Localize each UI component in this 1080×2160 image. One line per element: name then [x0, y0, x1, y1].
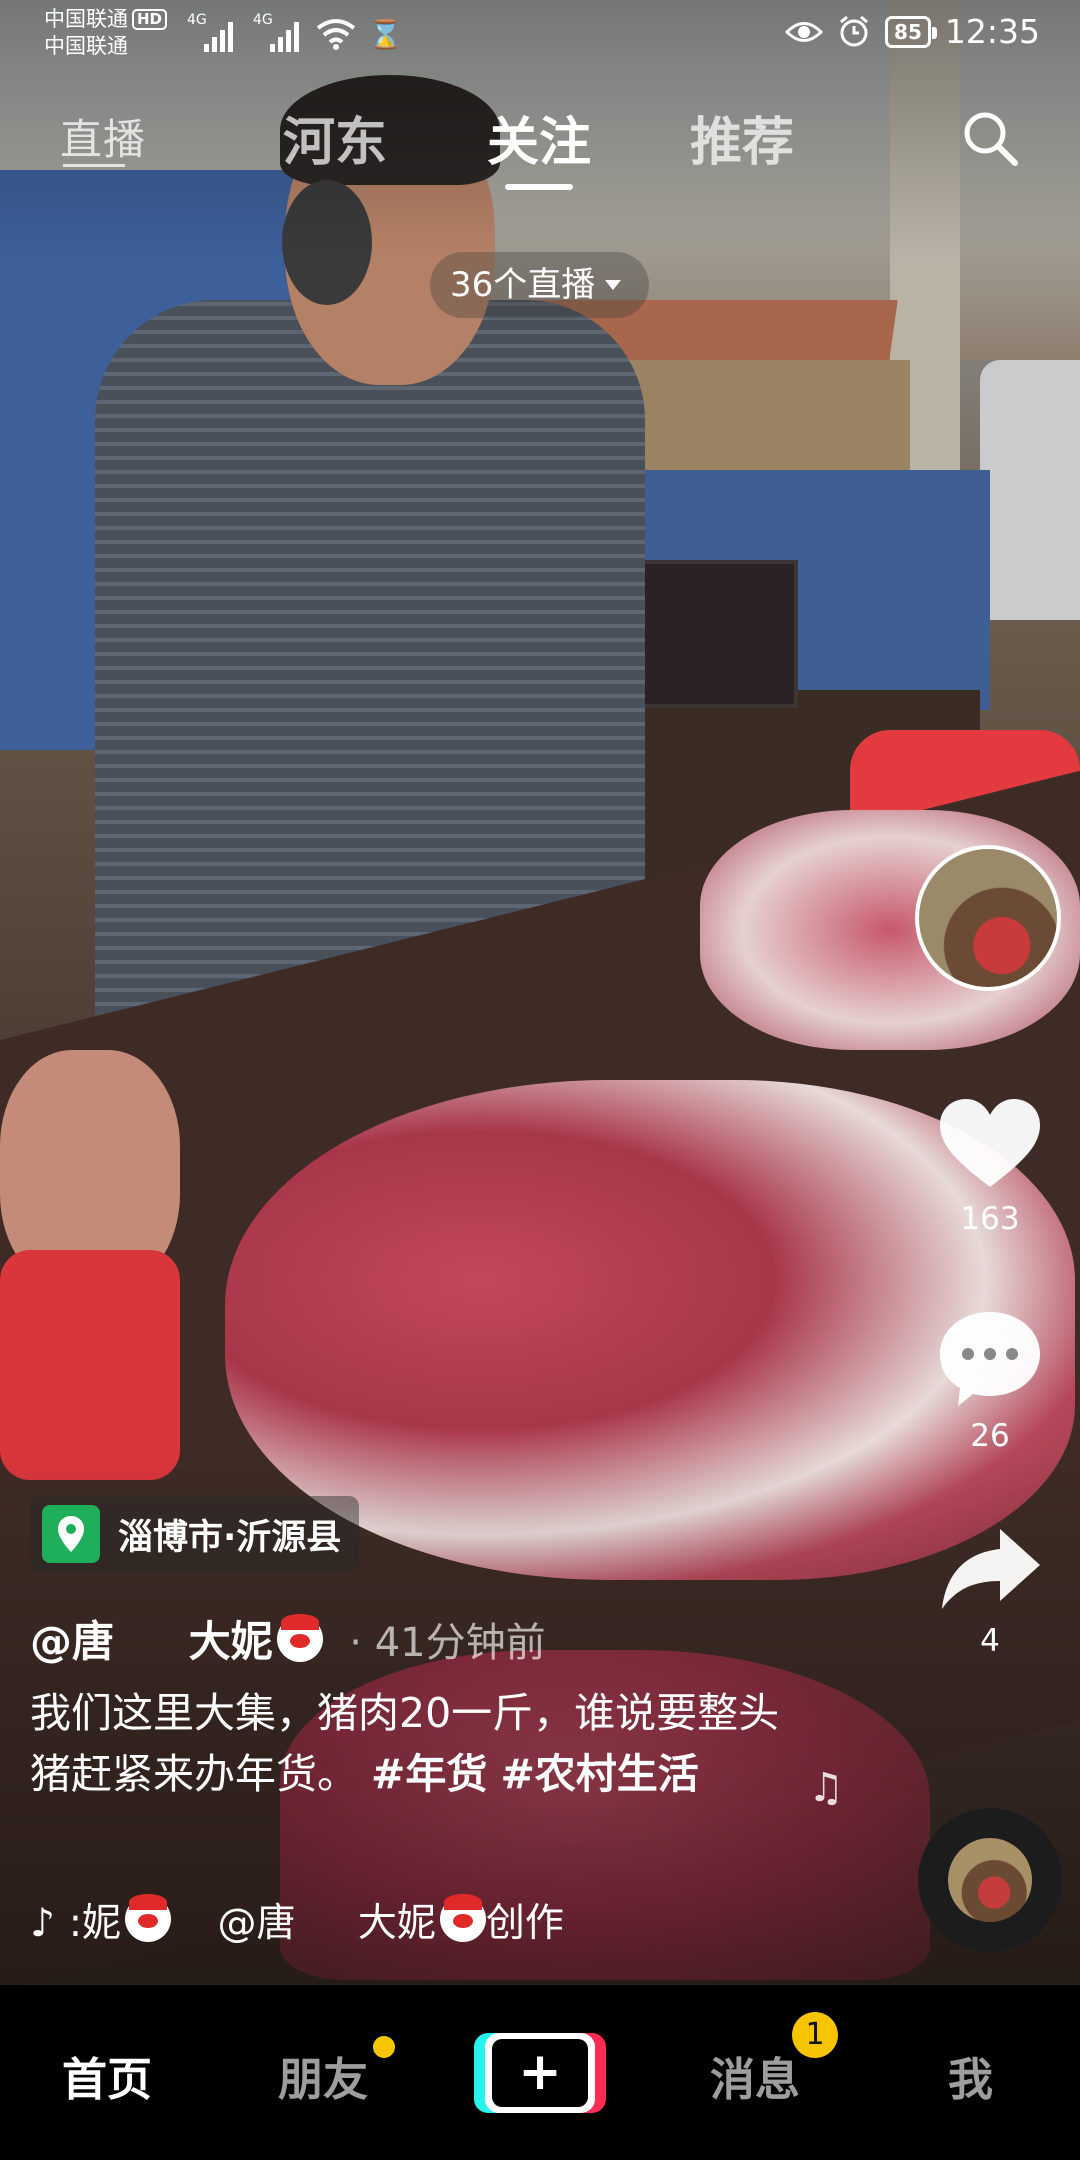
author-line: @唐 大妮 · 41分钟前: [30, 1608, 546, 1669]
share-button[interactable]: 4: [920, 1525, 1060, 1659]
hourglass-icon: ⌛: [368, 18, 403, 51]
music-text-b: @唐: [217, 1901, 296, 1946]
comment-icon: [940, 1312, 1040, 1406]
like-button[interactable]: 163: [920, 1095, 1060, 1237]
tab-hedong[interactable]: 河东: [283, 100, 387, 175]
share-count: 4: [980, 1623, 1000, 1659]
location-pin-icon: [42, 1505, 100, 1563]
tab-friends[interactable]: 朋友: [278, 2043, 368, 2108]
post-caption[interactable]: 我们这里大集，猪肉20一斤，谁说要整头猪赶紧来办年货。 #年货 #农村生活: [30, 1683, 790, 1805]
status-right: 85 12:35: [785, 12, 1040, 51]
location-label: 淄博市·沂源县: [118, 1517, 342, 1558]
clown-emoji-icon-3: [439, 1894, 486, 1942]
create-button[interactable]: +: [474, 2033, 606, 2113]
alarm-icon: [840, 15, 869, 46]
music-note-icon: ♫: [808, 1765, 844, 1811]
music-disc-button[interactable]: [918, 1808, 1062, 1952]
music-ticker[interactable]: ♪ :妮 @唐 大妮 创作: [30, 1892, 590, 1948]
search-icon[interactable]: [960, 108, 1020, 168]
video-van: [980, 360, 1080, 620]
active-tab-indicator: [505, 184, 573, 190]
post-time: · 41分钟前: [349, 1620, 546, 1666]
comment-button[interactable]: 26: [920, 1308, 1060, 1454]
eye-comfort-icon: [785, 21, 824, 42]
messages-badge: 1: [792, 2012, 838, 2058]
clown-emoji-icon: [276, 1614, 323, 1662]
clock: 12:35: [944, 12, 1040, 51]
author-avatar[interactable]: [915, 845, 1061, 991]
friends-notification-dot: [373, 2036, 395, 2058]
author-name[interactable]: @唐: [30, 1617, 114, 1666]
hashtag-2[interactable]: #农村生活: [500, 1750, 698, 1798]
music-text-d: 创作: [485, 1901, 564, 1946]
live-entry-underline: [63, 164, 125, 167]
comment-count: 26: [970, 1418, 1010, 1454]
signal-1-label: 4G: [187, 12, 207, 28]
music-text-c: 大妮: [357, 1901, 436, 1946]
share-arrow-icon: [942, 1529, 1040, 1609]
carrier-1: 中国联通: [44, 7, 128, 31]
clown-emoji-icon-2: [125, 1894, 172, 1942]
hd-badge: HD: [132, 9, 168, 30]
tab-messages[interactable]: 消息: [710, 2043, 800, 2108]
tab-recommended[interactable]: 推荐: [690, 100, 794, 175]
author-name-suffix[interactable]: 大妮: [189, 1617, 273, 1666]
like-count: 163: [960, 1201, 1020, 1237]
signal-1-icon: 4G: [187, 12, 233, 52]
music-text-a: :妮: [68, 1901, 122, 1946]
top-nav: 直播 河东 关注 推荐: [0, 100, 1080, 200]
signal-2-icon: 4G: [253, 12, 299, 52]
video-customer-bag: [0, 1250, 180, 1480]
wifi-icon: [316, 19, 356, 50]
heart-icon: [940, 1099, 1040, 1187]
battery-indicator: 85: [885, 15, 937, 48]
carrier-2: 中国联通: [44, 34, 128, 58]
carrier-info: 中国联通 HD 中国联通: [44, 6, 168, 60]
location-tag[interactable]: 淄博市·沂源县: [30, 1496, 360, 1572]
live-entry-button[interactable]: 直播: [60, 106, 146, 167]
hashtag-1[interactable]: #年货: [371, 1750, 487, 1798]
plus-icon: +: [492, 2039, 588, 2107]
tab-home[interactable]: 首页: [62, 2043, 152, 2108]
music-disc-cover: [948, 1838, 1032, 1922]
tiktok-note-icon: ♪: [30, 1901, 55, 1946]
live-count-dropdown[interactable]: 36个直播: [430, 252, 650, 318]
status-bar: 中国联通 HD 中国联通 4G 4G ⌛ 85 12:35: [0, 0, 1080, 70]
tab-following[interactable]: 关注: [487, 100, 591, 175]
signal-2-label: 4G: [253, 12, 273, 28]
tab-me[interactable]: 我: [948, 2043, 993, 2108]
caret-down-icon: [605, 280, 622, 290]
live-count-label: 36个直播: [450, 265, 596, 305]
